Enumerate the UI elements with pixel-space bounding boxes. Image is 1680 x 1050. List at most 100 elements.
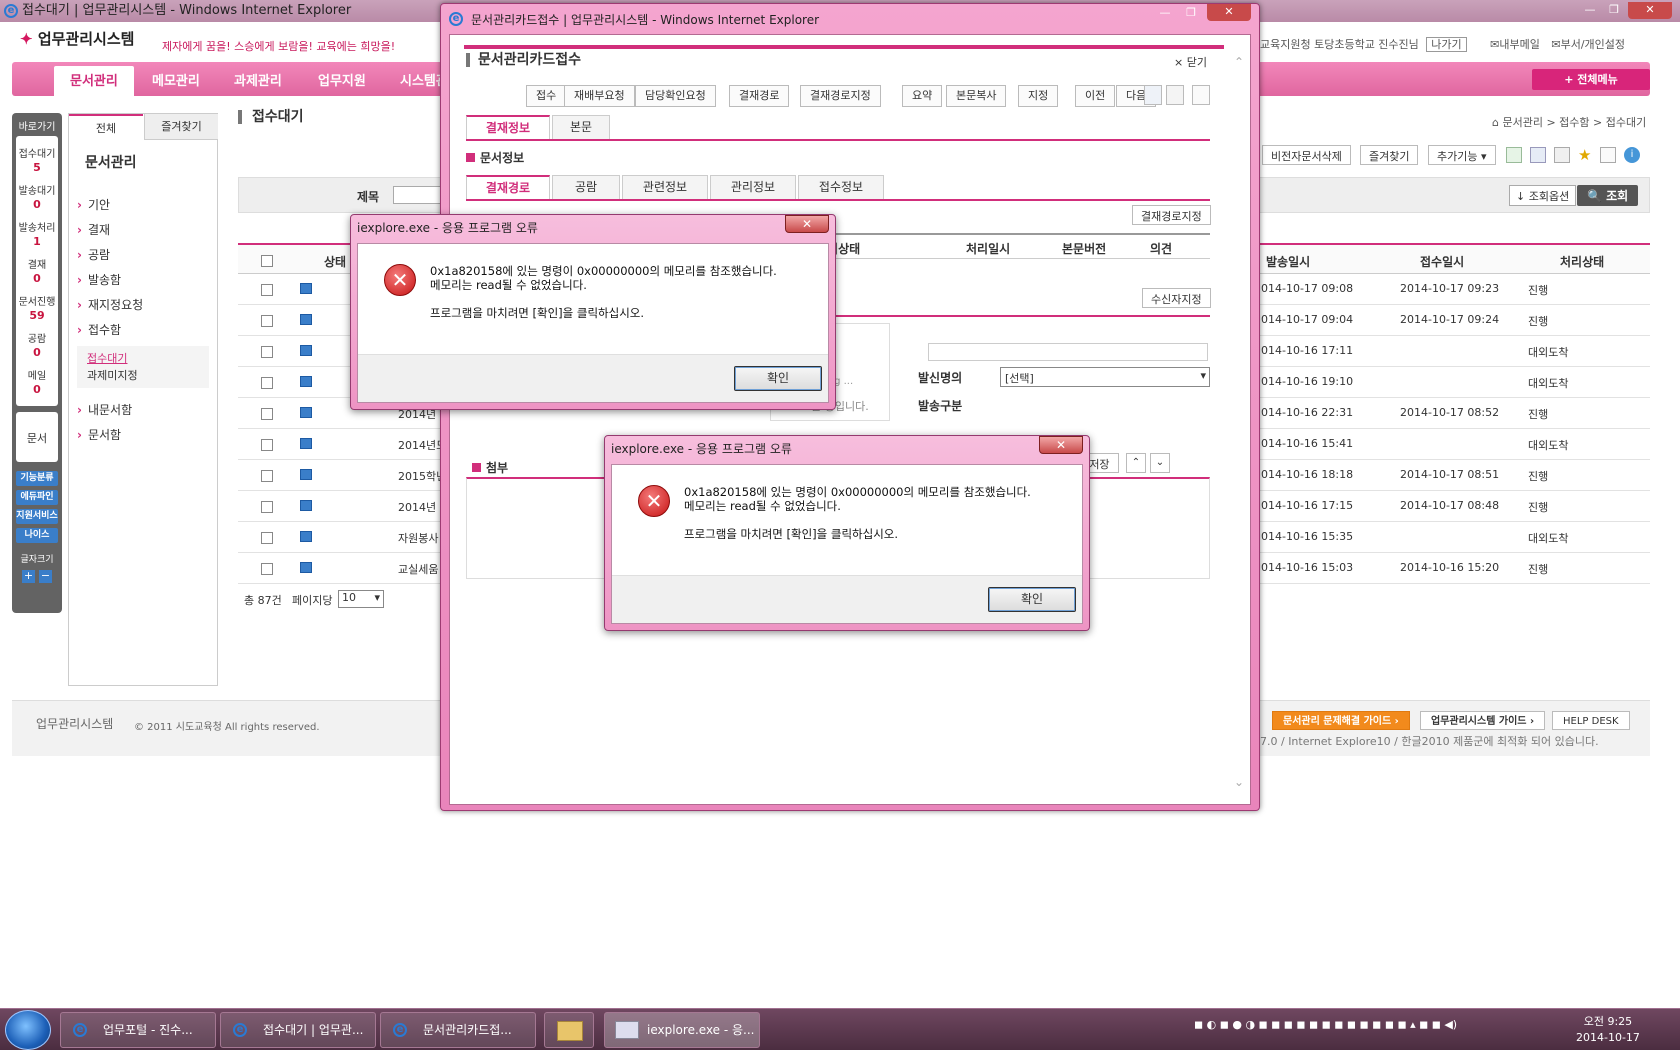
select-all-checkbox[interactable] (261, 255, 273, 267)
quick-item[interactable]: 결재 0 (16, 259, 58, 285)
tab-body[interactable]: 본문 (552, 115, 610, 139)
recipient-input[interactable] (928, 343, 1208, 361)
row-checkbox[interactable] (261, 284, 273, 296)
subtab-receipt-info[interactable]: 접수정보 (798, 175, 884, 199)
quick-item[interactable]: 접수대기 5 (16, 148, 58, 174)
nav-document[interactable]: 문서관리 (54, 66, 134, 96)
left-tab-all[interactable]: 전체 (69, 114, 143, 140)
dialog-close-button[interactable]: ✕ (1039, 436, 1083, 454)
taskbar-item-error[interactable]: iexplore.exe - 응... (604, 1012, 760, 1048)
menu-reassign[interactable]: 재지정요청 (77, 296, 143, 313)
star-icon[interactable]: ★ (1578, 146, 1591, 164)
set-approval-path-button[interactable]: 결재경로지정 (1132, 205, 1211, 225)
popup-close-link[interactable]: × 닫기 (1174, 54, 1207, 70)
maximize-button[interactable]: ❐ (1602, 2, 1626, 19)
toolbar-button[interactable]: 재배부요청 (564, 85, 635, 107)
print-icon[interactable] (1554, 147, 1570, 163)
extra-functions-button[interactable]: 추가기능 ▾ (1428, 145, 1496, 165)
helpdesk-button[interactable]: HELP DESK (1552, 711, 1630, 730)
settings-link[interactable]: ✉부서/개인설정 (1551, 38, 1625, 51)
popup-close-button[interactable]: ✕ (1207, 4, 1251, 21)
row-checkbox[interactable] (261, 408, 273, 420)
sender-select[interactable]: [선택] ▾ (1000, 367, 1210, 387)
row-checkbox[interactable] (261, 532, 273, 544)
taskbar-item-portal[interactable]: e 업무포털 - 진수... (60, 1012, 216, 1048)
search-button[interactable]: 🔍 조회 (1577, 185, 1639, 206)
tab-approval-info[interactable]: 결재정보 (466, 115, 550, 139)
scroll-up-icon[interactable]: ⌃ (1234, 55, 1244, 69)
font-increase-button[interactable]: + (22, 570, 35, 583)
taskbar-item-doccard[interactable]: e 문서관리카드접... (380, 1012, 536, 1048)
quick-func-button[interactable]: 기능분류 (16, 471, 58, 486)
row-title[interactable]: 2015학년 (398, 468, 446, 484)
quick-neis-button[interactable]: 나이스 (16, 528, 58, 543)
popup-icon[interactable] (1192, 85, 1210, 105)
row-checkbox[interactable] (261, 470, 273, 482)
minimize-button[interactable]: — (1578, 2, 1602, 19)
logout-button[interactable]: 나가기 (1426, 37, 1467, 52)
toolbar-button[interactable]: 결재경로 (729, 85, 790, 107)
row-checkbox[interactable] (261, 346, 273, 358)
row-checkbox[interactable] (261, 315, 273, 327)
quick-item[interactable]: 발송처리 1 (16, 222, 58, 248)
system-guide-button[interactable]: 업무관리시스템 가이드 › (1420, 711, 1546, 730)
start-button[interactable] (5, 1010, 51, 1050)
excel-icon[interactable] (1506, 147, 1522, 163)
toolbar-button[interactable]: 요약 (902, 85, 943, 107)
quick-item[interactable]: 문서진행 59 (16, 296, 58, 322)
submenu-pending[interactable]: 접수대기 (87, 350, 127, 366)
toolbar-button[interactable]: 지정 (1018, 85, 1059, 107)
info-icon[interactable]: i (1624, 147, 1640, 163)
ok-button[interactable]: 확인 (734, 366, 822, 391)
row-checkbox[interactable] (261, 439, 273, 451)
quick-edufine-button[interactable]: 에듀파인 (16, 490, 58, 505)
delete-nonelectronic-button[interactable]: 비전자문서삭제 (1262, 145, 1351, 165)
nav-memo[interactable]: 메모관리 (152, 70, 200, 89)
menu-circulation[interactable]: 공람 (77, 246, 110, 263)
font-decrease-button[interactable]: − (39, 570, 52, 583)
subtab-approval-path[interactable]: 결재경로 (466, 175, 550, 199)
all-menu-button[interactable]: + 전체메뉴 (1532, 69, 1650, 90)
quick-item[interactable]: 발송대기 0 (16, 185, 58, 211)
toolbar-button[interactable]: 접수 (526, 85, 567, 107)
subtab-management-info[interactable]: 관리정보 (710, 175, 796, 199)
system-tray[interactable]: ◼ ◐ ◼ ● ◑ ◼ ◼ ◼ ◼ ◼ ◼ ◼ ◼ ◼ ◼ ◼ ◼ ▴ ◼ ◼ … (1194, 1018, 1457, 1031)
ok-button[interactable]: 확인 (988, 587, 1076, 612)
favorites-button[interactable]: 즐겨찾기 (1360, 145, 1419, 165)
popup-icon[interactable] (1600, 147, 1616, 163)
print-icon[interactable] (1166, 85, 1184, 105)
toolbar-button[interactable]: 결재경로지정 (800, 85, 881, 107)
row-title[interactable]: 2014년 (398, 499, 436, 515)
scroll-down-icon[interactable]: ⌄ (1234, 775, 1244, 789)
site-logo[interactable]: ✦ 업무관리시스템 (20, 28, 134, 49)
search-options-button[interactable]: ↓ 조회옵션 (1509, 185, 1577, 206)
submenu-unassigned[interactable]: 과제미지정 (87, 367, 138, 383)
subtab-related-info[interactable]: 관련정보 (622, 175, 708, 199)
toolbar-button[interactable]: 본문복사 (946, 85, 1007, 107)
nav-task[interactable]: 과제관리 (234, 70, 282, 89)
quick-item[interactable]: 메일 0 (16, 370, 58, 396)
doc-guide-button[interactable]: 문서관리 문제해결 가이드 › (1272, 711, 1410, 730)
dialog-close-button[interactable]: ✕ (785, 215, 829, 233)
taskbar-item-explorer[interactable] (544, 1012, 594, 1048)
popup-maximize-button[interactable]: ❐ (1179, 5, 1203, 22)
set-recipient-button[interactable]: 수신자지정 (1142, 288, 1211, 308)
toolbar-button[interactable]: 이전 (1075, 85, 1116, 107)
taskbar-item-pending[interactable]: e 접수대기 | 업무관... (220, 1012, 376, 1048)
menu-draft[interactable]: 기안 (77, 196, 110, 213)
subtab-circulation[interactable]: 공람 (552, 175, 620, 199)
row-title[interactable]: 교실세움 (398, 561, 438, 577)
row-checkbox[interactable] (261, 563, 273, 575)
mail-link[interactable]: ✉내부메일 (1490, 38, 1540, 51)
menu-mydocs[interactable]: 내문서함 (77, 401, 132, 418)
menu-outbox[interactable]: 발송함 (77, 271, 121, 288)
row-checkbox[interactable] (261, 377, 273, 389)
move-up-button[interactable]: ⌃ (1126, 453, 1146, 473)
row-title[interactable]: 자원봉사 (398, 530, 438, 546)
popup-minimize-button[interactable]: — (1153, 5, 1177, 22)
quick-doc-button[interactable]: 문서 (16, 412, 58, 462)
left-tab-favorites[interactable]: 즐겨찾기 (144, 114, 218, 140)
menu-approval[interactable]: 결재 (77, 221, 110, 238)
clock[interactable]: 오전 9:25 2014-10-17 (1576, 1014, 1640, 1046)
quick-service-button[interactable]: 지원서비스 (16, 509, 58, 524)
